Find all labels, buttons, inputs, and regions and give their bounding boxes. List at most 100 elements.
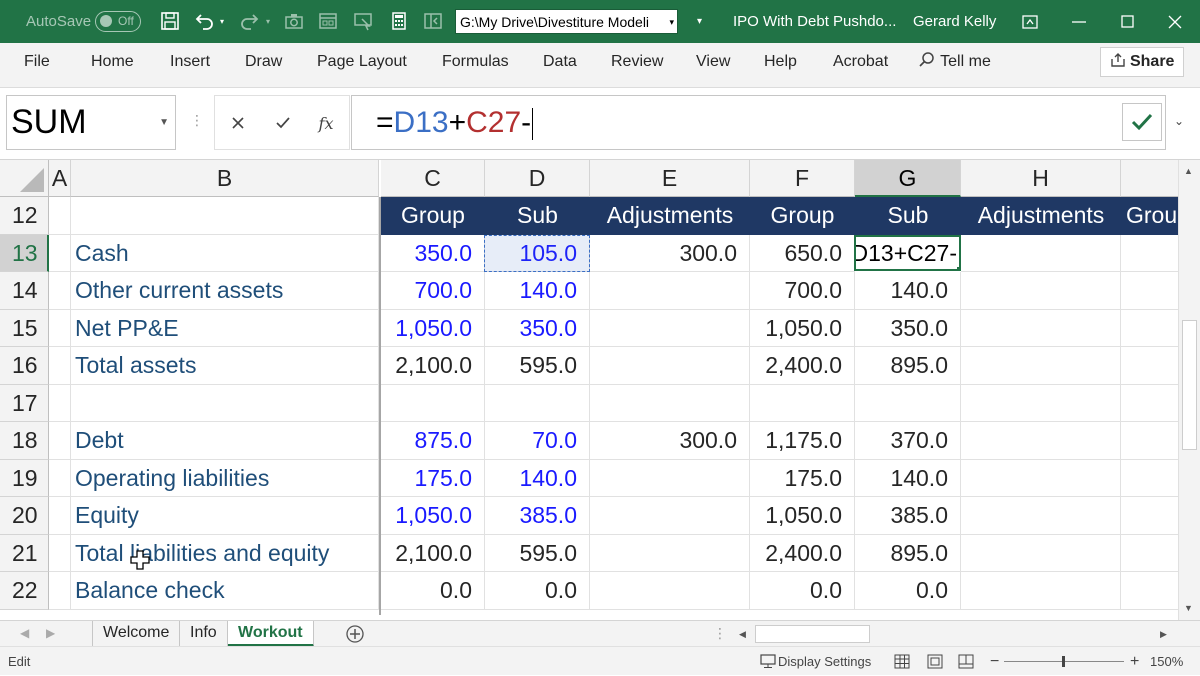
share-button[interactable]: Share xyxy=(1100,47,1184,77)
column-header-d[interactable]: D xyxy=(485,160,590,197)
tell-me-search[interactable]: Tell me xyxy=(918,43,991,88)
row-label[interactable]: Balance check xyxy=(71,572,379,610)
maximize-icon[interactable] xyxy=(1104,0,1150,43)
cell[interactable] xyxy=(1121,272,1178,310)
cell-e14[interactable] xyxy=(590,272,750,310)
worksheet-grid[interactable]: A B C D E F G H 12 Group Sub Adjustments… xyxy=(0,160,1178,615)
tab-file[interactable]: File xyxy=(24,43,50,88)
row-header-20[interactable]: 20 xyxy=(0,497,49,535)
redo-dropdown-icon[interactable]: ▾ xyxy=(262,9,274,33)
row-header-17[interactable]: 17 xyxy=(0,384,49,422)
sheet-tab-info[interactable]: Info xyxy=(180,621,228,647)
cell[interactable] xyxy=(1121,310,1178,347)
camera-icon[interactable] xyxy=(282,9,306,33)
scroll-up-icon[interactable]: ▲ xyxy=(1184,166,1193,176)
file-path-box[interactable]: G:\My Drive\Divestiture Modeli ▾ xyxy=(455,9,678,34)
row-header-22[interactable]: 22 xyxy=(0,572,49,610)
row-header-14[interactable]: 14 xyxy=(0,272,49,310)
cell-e20[interactable] xyxy=(590,497,750,535)
cell-f15[interactable]: 1,050.0 xyxy=(750,309,855,347)
cell[interactable] xyxy=(71,197,379,235)
cell-f20[interactable]: 1,050.0 xyxy=(750,497,855,535)
row-label[interactable]: Other current assets xyxy=(71,272,379,310)
close-icon[interactable] xyxy=(1152,0,1198,43)
cell-d22[interactable]: 0.0 xyxy=(485,572,590,610)
cell-g19[interactable]: 140.0 xyxy=(855,459,961,497)
cell-e19[interactable] xyxy=(590,459,750,497)
normal-view-icon[interactable] xyxy=(894,654,910,669)
cell-e13[interactable]: 300.0 xyxy=(590,234,750,272)
horizontal-scrollbar[interactable]: ◀ ▶ xyxy=(735,624,1175,644)
cell-f13[interactable]: 650.0 xyxy=(750,234,855,272)
scroll-right-icon[interactable]: ▶ xyxy=(1160,624,1167,644)
cell[interactable] xyxy=(1121,347,1178,385)
column-header-e[interactable]: E xyxy=(590,160,750,197)
cell-g15[interactable]: 350.0 xyxy=(855,309,961,347)
cell-d15[interactable]: 350.0 xyxy=(485,309,590,347)
cell-f19[interactable]: 175.0 xyxy=(750,459,855,497)
tab-review[interactable]: Review xyxy=(611,43,663,88)
minimize-icon[interactable] xyxy=(1056,0,1102,43)
tab-help[interactable]: Help xyxy=(764,43,797,88)
tab-acrobat[interactable]: Acrobat xyxy=(833,43,888,88)
row-label[interactable]: Debt xyxy=(71,422,379,460)
cell[interactable] xyxy=(750,384,855,422)
row-label[interactable] xyxy=(71,384,379,422)
enter-icon[interactable] xyxy=(268,108,298,138)
cell-d21[interactable]: 595.0 xyxy=(485,534,590,572)
row-label[interactable]: Net PP&E xyxy=(71,309,379,347)
scroll-left-icon[interactable]: ◀ xyxy=(739,624,746,644)
window-icon[interactable] xyxy=(316,9,340,33)
header-adjustments[interactable]: Adjustments xyxy=(961,197,1121,235)
cell-g21[interactable]: 895.0 xyxy=(855,534,961,572)
row-label[interactable]: Operating liabilities xyxy=(71,459,379,497)
zoom-in-icon[interactable]: + xyxy=(1130,647,1139,676)
cell-c19[interactable]: 175.0 xyxy=(381,459,485,497)
row-label[interactable]: Cash xyxy=(71,234,379,272)
row-header-13[interactable]: 13 xyxy=(0,234,49,272)
cancel-icon[interactable] xyxy=(223,108,253,138)
cell-g14[interactable]: 140.0 xyxy=(855,272,961,310)
page-break-view-icon[interactable] xyxy=(958,654,974,669)
cell-d20[interactable]: 385.0 xyxy=(485,497,590,535)
column-header-h[interactable]: H xyxy=(961,160,1121,197)
column-header-a[interactable]: A xyxy=(49,160,71,197)
cell-f18[interactable]: 1,175.0 xyxy=(750,422,855,460)
sheet-tab-workout[interactable]: Workout xyxy=(228,621,314,647)
cell[interactable] xyxy=(49,384,71,422)
fill-handle[interactable] xyxy=(956,266,959,269)
add-sheet-icon[interactable] xyxy=(345,624,365,644)
cell-d16[interactable]: 595.0 xyxy=(485,347,590,385)
cell-d14[interactable]: 140.0 xyxy=(485,272,590,310)
tab-insert[interactable]: Insert xyxy=(170,43,210,88)
column-header-f[interactable]: F xyxy=(750,160,855,197)
formula-input[interactable]: =D13+C27- xyxy=(351,95,1166,150)
name-box[interactable]: SUM ▼ xyxy=(6,95,176,150)
cell[interactable] xyxy=(49,197,71,235)
cell[interactable] xyxy=(961,572,1121,610)
ribbon-display-icon[interactable] xyxy=(1007,0,1053,43)
cell[interactable] xyxy=(961,459,1121,497)
row-label[interactable]: Equity xyxy=(71,497,379,535)
header-group[interactable]: Group xyxy=(381,197,485,235)
cell[interactable] xyxy=(485,384,590,422)
header-group[interactable]: Group xyxy=(750,197,855,235)
vertical-scrollbar[interactable]: ▲ ▼ xyxy=(1178,160,1200,620)
cell-d19[interactable]: 140.0 xyxy=(485,459,590,497)
cell[interactable] xyxy=(1121,535,1178,572)
sheet-tab-welcome[interactable]: Welcome xyxy=(92,621,181,647)
zoom-out-icon[interactable]: − xyxy=(990,647,999,676)
tab-split-grip-icon[interactable]: ⋮ xyxy=(713,621,727,645)
cell[interactable] xyxy=(961,384,1121,422)
column-header-g[interactable]: G xyxy=(855,160,961,197)
cell[interactable] xyxy=(49,422,71,460)
cell[interactable] xyxy=(49,234,71,272)
cell-g18[interactable]: 370.0 xyxy=(855,422,961,460)
cell[interactable] xyxy=(590,384,750,422)
cell[interactable] xyxy=(961,497,1121,535)
sidebar-icon[interactable] xyxy=(421,9,445,33)
row-label[interactable]: Total assets xyxy=(71,347,379,385)
tab-home[interactable]: Home xyxy=(91,43,134,88)
cell[interactable] xyxy=(961,422,1121,460)
scroll-down-icon[interactable]: ▼ xyxy=(1184,603,1193,613)
